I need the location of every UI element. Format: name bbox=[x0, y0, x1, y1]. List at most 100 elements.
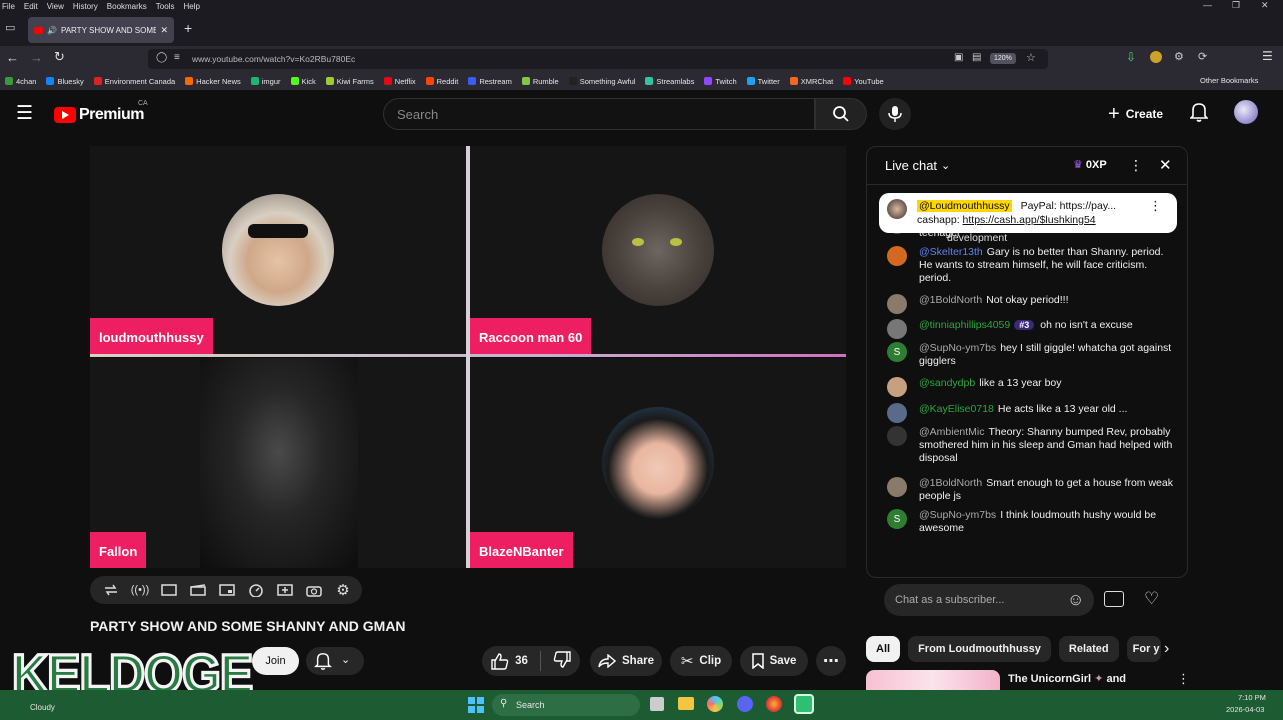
reload-icon[interactable]: ↻ bbox=[54, 49, 65, 65]
hamburger-menu-icon[interactable]: ☰ bbox=[1262, 49, 1273, 63]
chat-author[interactable]: @sandydpb bbox=[919, 377, 975, 389]
bookmark-item[interactable]: Kiwi Farms bbox=[325, 77, 374, 86]
bookmark-item[interactable]: 4chan bbox=[5, 77, 36, 86]
chat-message[interactable]: S @SupNo-ym7bs I think loudmouth hushy wou… bbox=[885, 509, 1175, 535]
site-settings-icon[interactable]: ≡ bbox=[174, 52, 180, 63]
bookmark-item[interactable]: XMRChat bbox=[789, 77, 833, 86]
firefox-icon[interactable] bbox=[766, 696, 782, 712]
zoom-level[interactable]: 120% bbox=[990, 53, 1016, 64]
voice-search-button[interactable] bbox=[879, 98, 911, 130]
chat-message[interactable]: @tinniaphillips4059 #3 oh no isn't a excus… bbox=[885, 319, 1175, 339]
chevron-down-icon[interactable]: ⌄ bbox=[941, 159, 950, 172]
create-button[interactable]: + Create bbox=[1100, 100, 1171, 128]
chat-author-avatar[interactable]: S bbox=[887, 509, 907, 529]
frame-icon[interactable] bbox=[218, 583, 236, 597]
window-close-icon[interactable]: ✕ bbox=[1261, 0, 1269, 11]
discord-icon[interactable] bbox=[737, 696, 753, 712]
pinned-more-icon[interactable]: ⋮ bbox=[1149, 199, 1162, 213]
recommended-thumbnail[interactable] bbox=[866, 670, 1000, 690]
bookmark-item[interactable]: Twitch bbox=[704, 77, 737, 86]
chat-author-avatar[interactable] bbox=[887, 403, 907, 423]
add-screen-icon[interactable] bbox=[276, 583, 294, 597]
chat-message[interactable]: @Skelter13th Gary is no better than Shann… bbox=[885, 246, 1175, 285]
menu-help[interactable]: Help bbox=[183, 2, 199, 11]
screen-icon[interactable] bbox=[160, 583, 178, 597]
app-icon[interactable] bbox=[707, 696, 723, 712]
clapper-icon[interactable] bbox=[189, 583, 207, 597]
bookmark-star-icon[interactable]: ☆ bbox=[1026, 51, 1036, 64]
emoji-icon[interactable]: ☺ bbox=[1067, 590, 1084, 610]
chat-author-avatar[interactable] bbox=[887, 377, 907, 397]
bookmark-item[interactable]: imgur bbox=[250, 77, 281, 86]
chat-author[interactable]: @SupNo-ym7bs bbox=[919, 509, 996, 521]
bookmark-item[interactable]: Restream bbox=[468, 77, 512, 86]
save-button[interactable]: Save bbox=[740, 646, 808, 676]
chat-author-avatar[interactable] bbox=[887, 477, 907, 497]
audio-icon[interactable]: 🔊 bbox=[47, 26, 57, 35]
more-actions-button[interactable]: ⋯ bbox=[816, 646, 846, 676]
settings-gear-icon[interactable]: ⚙ bbox=[334, 582, 352, 599]
chat-message[interactable]: S @SupNo-ym7bs hey I still giggle! whatcha… bbox=[885, 342, 1175, 368]
menu-history[interactable]: History bbox=[73, 2, 98, 11]
taskbar-date[interactable]: 2026-04-03 bbox=[1226, 705, 1264, 714]
chat-author-avatar[interactable] bbox=[887, 319, 907, 339]
bookmark-item[interactable]: Twitter bbox=[746, 77, 780, 86]
chat-author[interactable]: @tinniaphillips4059 bbox=[919, 319, 1010, 331]
url-bar[interactable]: ◯ ≡ www.youtube.com/watch?v=Ko2RBu780Ec … bbox=[148, 49, 1048, 69]
bookmark-item[interactable]: Environment Canada bbox=[93, 77, 175, 86]
pinned-cashapp-link[interactable]: https://cash.app/$lushking54 bbox=[963, 214, 1096, 226]
file-explorer-icon[interactable] bbox=[678, 697, 694, 710]
picture-icon[interactable]: ▣ bbox=[954, 52, 963, 63]
bookmark-item[interactable]: Reddit bbox=[425, 77, 458, 86]
task-view-icon[interactable] bbox=[650, 697, 664, 711]
live-chat-title[interactable]: Live chat bbox=[885, 158, 937, 173]
url-text[interactable]: www.youtube.com/watch?v=Ko2RBu780Ec bbox=[192, 54, 355, 64]
bookmark-item[interactable]: Netflix bbox=[383, 77, 416, 86]
menu-edit[interactable]: Edit bbox=[24, 2, 38, 11]
bookmark-item[interactable]: Rumble bbox=[521, 77, 559, 86]
account-avatar[interactable] bbox=[1234, 100, 1258, 124]
join-button[interactable]: Join bbox=[252, 647, 299, 675]
new-tab-icon[interactable]: + bbox=[184, 20, 192, 36]
chat-message[interactable]: @1BoldNorth Not okay period!!! bbox=[885, 294, 1175, 314]
chevron-right-icon[interactable]: › bbox=[1164, 640, 1169, 658]
chat-close-icon[interactable]: ✕ bbox=[1159, 156, 1172, 174]
recommended-more-icon[interactable]: ⋮ bbox=[1177, 671, 1190, 687]
extensions-icon[interactable]: ⚙ bbox=[1174, 50, 1184, 63]
back-icon[interactable]: ← bbox=[6, 50, 19, 65]
bookmark-item[interactable]: Hacker News bbox=[185, 77, 241, 86]
tab-close-icon[interactable]: ✕ bbox=[160, 25, 168, 36]
forward-icon[interactable]: → bbox=[30, 50, 43, 65]
heart-icon[interactable]: ♡ bbox=[1144, 589, 1159, 609]
chip-related[interactable]: Related bbox=[1058, 636, 1119, 662]
video-player[interactable]: loudmouthhussy Raccoon man 60 Fallon Bla… bbox=[90, 146, 846, 568]
chip-from-channel[interactable]: From Loudmouthhussy bbox=[908, 636, 1051, 662]
menu-view[interactable]: View bbox=[47, 2, 64, 11]
speed-icon[interactable] bbox=[247, 583, 265, 597]
menu-tools[interactable]: Tools bbox=[156, 2, 175, 11]
taskbar-time[interactable]: 7:10 PM bbox=[1238, 693, 1266, 702]
youtube-logo[interactable]: Premium bbox=[54, 106, 144, 124]
search-box[interactable] bbox=[383, 98, 815, 130]
active-app-icon[interactable] bbox=[794, 694, 814, 714]
bookmark-item[interactable]: Bluesky bbox=[46, 77, 84, 86]
xp-badge[interactable]: ♛ 0XP bbox=[1073, 158, 1107, 172]
profile-icon[interactable] bbox=[1150, 51, 1162, 63]
tab-list-icon[interactable]: ▭ bbox=[5, 21, 15, 34]
chat-author[interactable]: @KayElise0718 bbox=[919, 403, 994, 415]
shield-icon[interactable]: ◯ bbox=[156, 52, 167, 63]
dislike-button[interactable] bbox=[553, 651, 571, 671]
chat-author[interactable]: @1BoldNorth bbox=[919, 294, 982, 306]
chat-message[interactable]: @sandydpb like a 13 year boy bbox=[885, 377, 1175, 397]
weather-text[interactable]: Cloudy bbox=[30, 703, 55, 712]
menu-bookmarks[interactable]: Bookmarks bbox=[107, 2, 147, 11]
broadcast-icon[interactable]: ((•)) bbox=[131, 583, 150, 597]
minimize-icon[interactable]: — bbox=[1203, 0, 1212, 10]
search-input[interactable] bbox=[384, 99, 814, 129]
recommended-title[interactable]: The UnicornGirl ✦ and bbox=[1008, 672, 1126, 685]
chat-message[interactable]: @KayElise0718 He acts like a 13 year old … bbox=[885, 403, 1175, 423]
chat-author[interactable]: @1BoldNorth bbox=[919, 477, 982, 489]
taskbar-search[interactable]: ⚲ Search bbox=[492, 694, 640, 716]
chat-author-avatar[interactable]: S bbox=[887, 342, 907, 362]
chat-author-avatar[interactable] bbox=[887, 294, 907, 314]
